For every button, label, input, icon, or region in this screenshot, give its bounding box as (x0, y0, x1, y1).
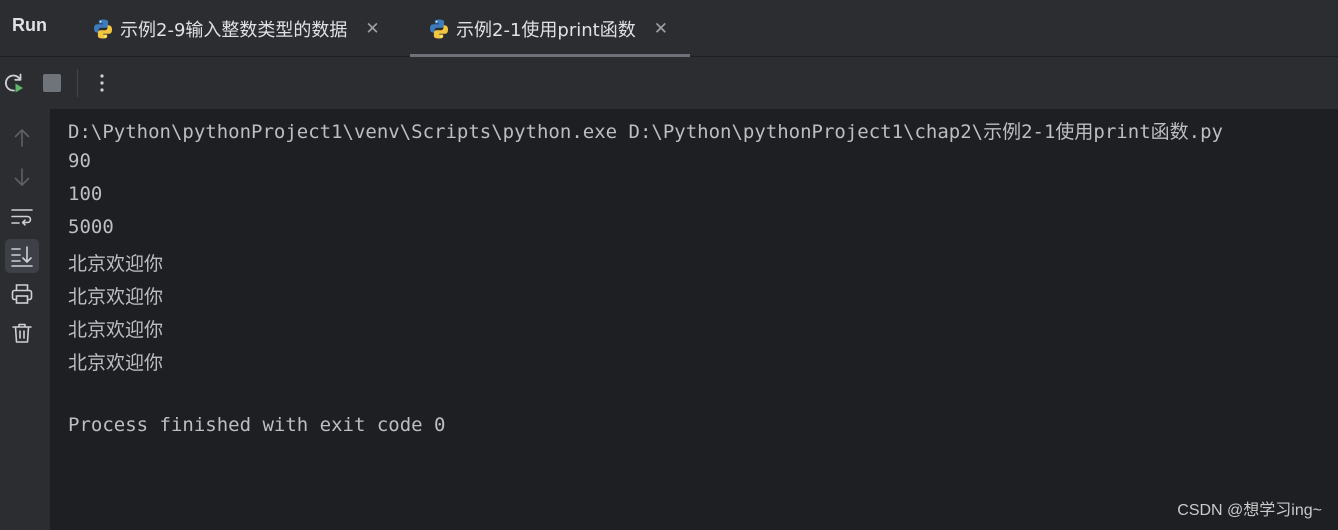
python-file-icon (430, 19, 448, 38)
more-options-button[interactable] (90, 71, 114, 95)
watermark: CSDN @想学习ing~ (1177, 502, 1322, 519)
print-button[interactable] (10, 282, 34, 306)
run-tool-window: Run 示例2-9输入整数类型的数据 ✕ 示例2-1使用print函数 ✕ D:… (0, 0, 1338, 530)
console-line: 北京欢迎你 (68, 319, 164, 341)
panel-title: Run (12, 15, 47, 35)
toolbar-separator (77, 69, 78, 97)
print-icon (11, 284, 33, 304)
console-output[interactable]: D:\Python\pythonProject1\venv\Scripts\py… (50, 109, 1338, 530)
scroll-to-end-button[interactable] (5, 239, 39, 273)
tab-label: 示例2-9输入整数类型的数据 (120, 19, 348, 41)
console-line: 北京欢迎你 (68, 286, 164, 308)
console-side-toolbar (0, 109, 50, 530)
tab-example-2-1[interactable]: 示例2-1使用print函数 ✕ (410, 0, 690, 57)
console-line: 5000 (68, 216, 114, 238)
close-icon[interactable]: ✕ (365, 19, 379, 39)
up-stack-button[interactable] (10, 126, 34, 150)
console-line-exit-status: Process finished with exit code 0 (68, 414, 446, 436)
soft-wrap-icon (11, 209, 33, 226)
stop-button[interactable] (40, 71, 64, 95)
down-stack-button[interactable] (10, 165, 34, 189)
rerun-icon (5, 73, 23, 93)
clear-all-button[interactable] (10, 321, 34, 345)
trash-icon (12, 323, 32, 343)
soft-wrap-button[interactable] (10, 205, 34, 229)
close-icon[interactable]: ✕ (654, 19, 668, 39)
console-line: 北京欢迎你 (68, 253, 164, 275)
console-line: 北京欢迎你 (68, 352, 164, 374)
tab-label: 示例2-1使用print函数 (456, 19, 636, 41)
up-arrow-icon (14, 129, 30, 147)
stop-icon (43, 74, 61, 92)
down-arrow-icon (14, 168, 30, 186)
scroll-to-end-icon (11, 246, 33, 267)
console-line-command: D:\Python\pythonProject1\venv\Scripts\py… (68, 121, 1223, 143)
python-file-icon (94, 19, 112, 38)
more-vertical-icon (100, 74, 104, 92)
tab-example-2-9[interactable]: 示例2-9输入整数类型的数据 ✕ (92, 0, 380, 57)
run-tab-bar: Run 示例2-9输入整数类型的数据 ✕ 示例2-1使用print函数 ✕ (0, 0, 1338, 57)
console-line: 100 (68, 183, 103, 205)
run-toolbar (0, 57, 1338, 109)
console-line: 90 (68, 150, 91, 172)
rerun-button[interactable] (2, 71, 26, 95)
